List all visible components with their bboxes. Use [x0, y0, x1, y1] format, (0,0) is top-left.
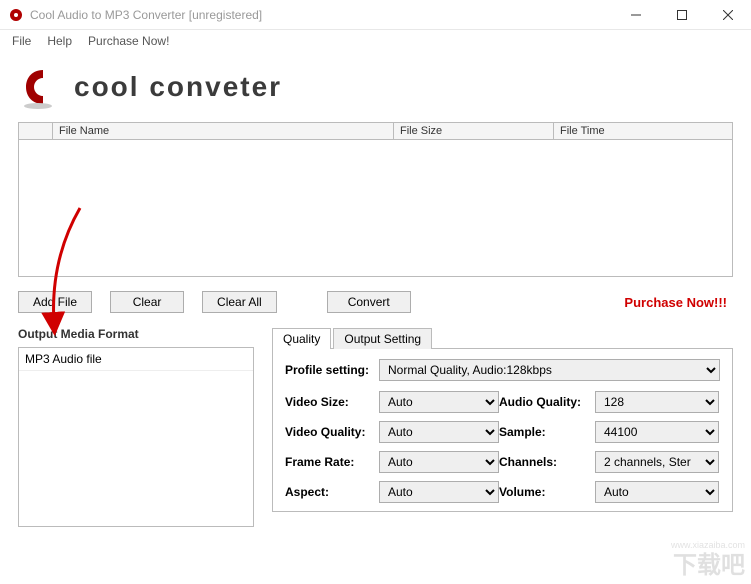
- col-filetime[interactable]: File Time: [554, 123, 732, 139]
- output-format-title: Output Media Format: [18, 327, 254, 341]
- purchase-now-link[interactable]: Purchase Now!!!: [624, 295, 727, 310]
- tab-quality[interactable]: Quality: [272, 328, 331, 349]
- frame-rate-label: Frame Rate:: [285, 455, 379, 469]
- clear-all-button[interactable]: Clear All: [202, 291, 277, 313]
- volume-label: Volume:: [499, 485, 595, 499]
- watermark-url: www.xiazaiba.com: [671, 540, 745, 550]
- app-icon: [8, 7, 24, 23]
- profile-setting-label: Profile setting:: [285, 363, 379, 377]
- settings-tabs: Quality Output Setting Profile setting: …: [272, 327, 733, 527]
- sample-label: Sample:: [499, 425, 595, 439]
- button-row: Add File Clear Clear All Convert Purchas…: [18, 291, 733, 313]
- aspect-select[interactable]: Auto: [379, 481, 499, 503]
- channels-select[interactable]: 2 channels, Ster: [595, 451, 719, 473]
- add-file-button[interactable]: Add File: [18, 291, 92, 313]
- file-table-body[interactable]: [19, 140, 732, 275]
- volume-select[interactable]: Auto: [595, 481, 719, 503]
- maximize-button[interactable]: [659, 0, 705, 30]
- output-format-group: Output Media Format MP3 Audio file: [18, 327, 254, 527]
- menu-bar: File Help Purchase Now!: [0, 30, 751, 52]
- profile-setting-select[interactable]: Normal Quality, Audio:128kbps: [379, 359, 720, 381]
- menu-file[interactable]: File: [4, 32, 39, 50]
- aspect-label: Aspect:: [285, 485, 379, 499]
- video-quality-label: Video Quality:: [285, 425, 379, 439]
- list-item[interactable]: MP3 Audio file: [19, 348, 253, 371]
- video-size-label: Video Size:: [285, 395, 379, 409]
- col-filename[interactable]: File Name: [53, 123, 394, 139]
- menu-help[interactable]: Help: [39, 32, 80, 50]
- sample-select[interactable]: 44100: [595, 421, 719, 443]
- audio-quality-label: Audio Quality:: [499, 395, 595, 409]
- video-quality-select[interactable]: Auto: [379, 421, 499, 443]
- close-button[interactable]: [705, 0, 751, 30]
- frame-rate-select[interactable]: Auto: [379, 451, 499, 473]
- logo-icon: [18, 62, 68, 112]
- menu-purchase[interactable]: Purchase Now!: [80, 32, 177, 50]
- output-format-list[interactable]: MP3 Audio file: [18, 347, 254, 527]
- file-table-header: File Name File Size File Time: [19, 123, 732, 140]
- logo-text: cool conveter: [74, 71, 282, 103]
- audio-quality-select[interactable]: 128: [595, 391, 719, 413]
- clear-button[interactable]: Clear: [110, 291, 184, 313]
- minimize-button[interactable]: [613, 0, 659, 30]
- col-index[interactable]: [19, 123, 53, 139]
- logo-row: cool conveter: [18, 62, 733, 112]
- channels-label: Channels:: [499, 455, 595, 469]
- title-bar: Cool Audio to MP3 Converter [unregistere…: [0, 0, 751, 30]
- watermark-text: 下载吧: [673, 545, 745, 580]
- file-table: File Name File Size File Time: [18, 122, 733, 277]
- video-size-select[interactable]: Auto: [379, 391, 499, 413]
- col-filesize[interactable]: File Size: [394, 123, 554, 139]
- quality-panel: Profile setting: Normal Quality, Audio:1…: [272, 348, 733, 512]
- tab-output-setting[interactable]: Output Setting: [333, 328, 432, 349]
- convert-button[interactable]: Convert: [327, 291, 411, 313]
- window-title: Cool Audio to MP3 Converter [unregistere…: [30, 8, 613, 22]
